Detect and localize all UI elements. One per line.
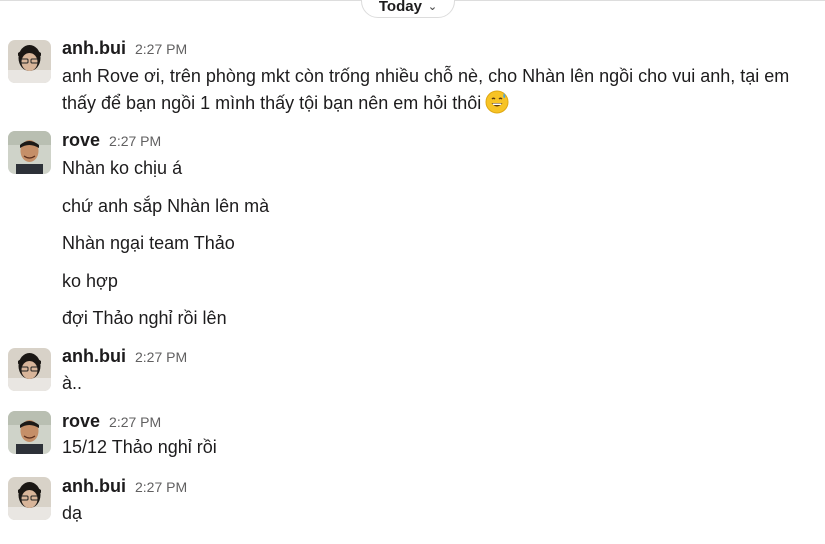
message-item[interactable]: rove 2:27 PM 15/12 Thảo nghỉ rồi [0,407,825,467]
message-header: rove 2:27 PM [62,130,161,151]
timestamp[interactable]: 2:27 PM [109,414,161,430]
message-item[interactable]: anh.bui 2:27 PM dạ [0,472,825,534]
message-text: 15/12 Thảo nghỉ rồi [62,437,217,457]
username[interactable]: anh.bui [62,346,126,367]
message-header: anh.bui 2:27 PM [62,346,187,367]
message-header: rove 2:27 PM [62,411,161,432]
message-text: anh Rove ơi, trên phòng mkt còn trống nh… [62,66,790,86]
avatar[interactable] [8,477,51,520]
timestamp[interactable]: 2:27 PM [109,133,161,149]
day-divider-button[interactable]: Today ⌄ [361,0,455,18]
timestamp[interactable]: 2:27 PM [135,349,187,365]
username[interactable]: rove [62,130,100,151]
message-text: à.. [62,373,83,393]
grinning-sweat-emoji [485,90,509,114]
message-text: Nhàn ngại team Thảo [62,233,235,253]
message-header: anh.bui 2:27 PM [62,476,187,497]
message-item[interactable]: rove 2:27 PM Nhàn ko chịu á chứ anh sắp … [0,128,825,338]
avatar[interactable] [8,40,51,83]
message-text-line-2: thấy để bạn ngồi 1 mình thấy tội bạn nên… [62,90,509,116]
day-divider-label: Today [378,0,422,15]
chevron-down-icon: ⌄ [427,0,438,13]
username[interactable]: anh.bui [62,38,126,59]
avatar[interactable] [8,348,51,391]
message-text: chứ anh sắp Nhàn lên mà [62,196,270,216]
message-text: dạ [62,503,83,523]
username[interactable]: anh.bui [62,476,126,497]
timestamp[interactable]: 2:27 PM [135,479,187,495]
username[interactable]: rove [62,411,100,432]
message-list: Today ⌄ anh.bui 2:27 PM anh Rove ơi, trê… [0,0,825,544]
message-text: ko hợp [62,271,118,291]
timestamp[interactable]: 2:27 PM [135,41,187,57]
message-text: Nhàn ko chịu á [62,158,183,178]
message-item[interactable]: anh.bui 2:27 PM à.. [0,342,825,402]
avatar[interactable] [8,411,51,454]
message-item[interactable]: anh.bui 2:27 PM anh Rove ơi, trên phòng … [0,34,825,122]
message-text: đợi Thảo nghỉ rồi lên [62,308,227,328]
avatar[interactable] [8,131,51,174]
message-header: anh.bui 2:27 PM [62,38,187,59]
message-text: thấy để bạn ngồi 1 mình thấy tội bạn nên… [62,93,482,113]
